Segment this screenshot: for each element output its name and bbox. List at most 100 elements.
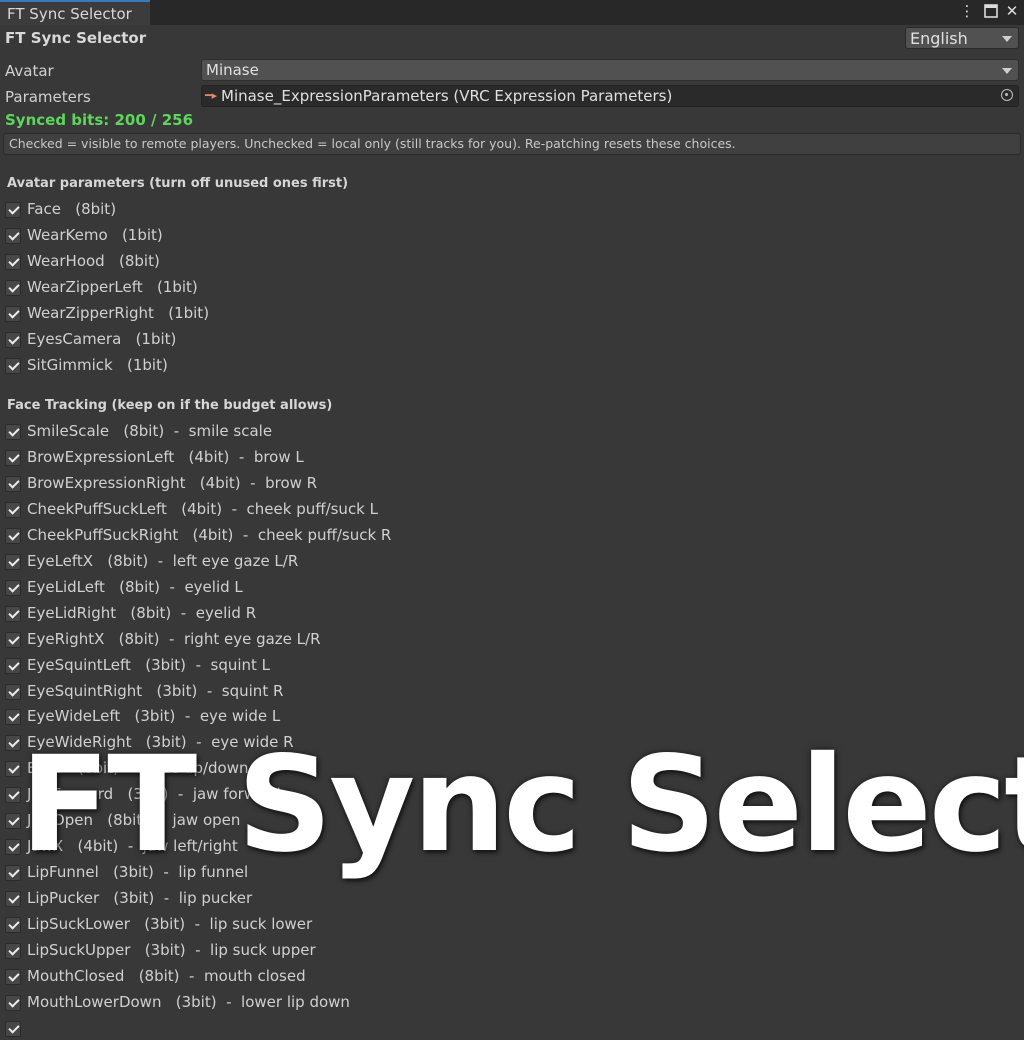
parameter-row[interactable]: EyeLeftX (8bit) - left eye gaze L/R: [3, 551, 703, 573]
parameter-label: MouthClosed (8bit) - mouth closed: [27, 966, 306, 985]
parameter-label: WearZipperLeft (1bit): [27, 277, 198, 296]
kebab-menu-icon[interactable]: ⋮: [958, 2, 976, 22]
parameter-label: EyeLidRight (8bit) - eyelid R: [27, 603, 257, 622]
parameter-label: Face (8bit): [27, 200, 117, 218]
parameter-row[interactable]: MouthClosed (8bit) - mouth closed: [3, 966, 703, 988]
parameter-checkbox[interactable]: [5, 357, 21, 374]
parameters-object-field[interactable]: ━▸ Minase_ExpressionParameters (VRC Expre…: [201, 85, 1019, 107]
parameter-row[interactable]: CheekPuffSuckRight (4bit) - cheek puff/s…: [3, 525, 703, 547]
parameter-row[interactable]: MouthLowerDown (3bit) - lower lip down: [3, 992, 703, 1014]
object-picker-icon[interactable]: [1001, 89, 1013, 101]
parameter-checkbox[interactable]: [5, 279, 21, 296]
parameter-label: BrowExpressionLeft (4bit) - brow L: [27, 447, 304, 466]
parameter-row[interactable]: LipPucker (3bit) - lip pucker: [3, 888, 703, 910]
close-icon[interactable]: ✕: [1003, 2, 1021, 22]
parameter-label: EyesCamera (1bit): [27, 329, 177, 348]
parameter-checkbox[interactable]: [5, 449, 21, 466]
parameter-row[interactable]: WearKemo (1bit): [3, 225, 703, 247]
parameter-checkbox[interactable]: [5, 253, 21, 270]
parameter-checkbox[interactable]: [5, 424, 21, 440]
parameter-checkbox[interactable]: [5, 331, 21, 348]
parameter-label: CheekPuffSuckRight (4bit) - cheek puff/s…: [27, 525, 392, 544]
parameter-row[interactable]: Face (8bit): [3, 199, 703, 221]
overlay-title: FT Sync Selector: [20, 728, 1024, 882]
parameter-label: EyeLeftX (8bit) - left eye gaze L/R: [27, 551, 299, 570]
parameter-label: SitGimmick (1bit): [27, 355, 168, 374]
parameter-label: EyeSquintLeft (3bit) - squint L: [27, 655, 271, 674]
window-tab-bar: FT Sync Selector ⋮ ✕: [0, 0, 1024, 25]
parameter-label: CheekPuffSuckLeft (4bit) - cheek puff/su…: [27, 499, 378, 518]
parameter-checkbox[interactable]: [5, 501, 21, 518]
parameters-value: Minase_ExpressionParameters (VRC Express…: [221, 87, 673, 105]
language-value: English: [910, 29, 968, 48]
parameter-checkbox[interactable]: [5, 305, 21, 322]
avatar-label: Avatar: [5, 62, 54, 80]
chevron-down-icon: [1002, 36, 1012, 42]
parameter-checkbox[interactable]: [5, 839, 21, 856]
parameter-label: LipSuckLower (3bit) - lip suck lower: [27, 915, 313, 934]
parameter-label: LipSuckUpper (3bit) - lip suck upper: [27, 941, 316, 959]
parameter-row[interactable]: SmileScale (8bit) - smile scale: [3, 421, 703, 443]
parameter-checkbox[interactable]: [5, 709, 21, 726]
synced-bits-status: Synced bits: 200 / 256: [5, 111, 194, 129]
parameter-row[interactable]: WearZipperRight (1bit): [3, 303, 703, 325]
parameter-row[interactable]: EyeSquintRight (3bit) - squint R: [3, 681, 703, 703]
parameter-checkbox[interactable]: [5, 994, 21, 1011]
parameter-row[interactable]: [3, 1018, 703, 1040]
parameter-checkbox[interactable]: [5, 605, 21, 622]
parameter-label: EyeSquintRight (3bit) - squint R: [27, 681, 284, 700]
avatar-value: Minase: [206, 61, 259, 79]
language-dropdown[interactable]: English: [905, 27, 1019, 49]
parameter-checkbox[interactable]: [5, 1020, 21, 1037]
parameter-label: EyeRightX (8bit) - right eye gaze L/R: [27, 629, 321, 648]
parameter-checkbox[interactable]: [5, 943, 21, 959]
parameter-checkbox[interactable]: [5, 527, 21, 544]
parameter-row[interactable]: WearHood (8bit): [3, 251, 703, 273]
parameter-checkbox[interactable]: [5, 891, 21, 908]
parameter-row[interactable]: SitGimmick (1bit): [3, 355, 703, 377]
avatar-dropdown[interactable]: Minase: [201, 59, 1019, 81]
parameter-label: EyeWideLeft (3bit) - eye wide L: [27, 707, 281, 726]
parameter-label: EyeLidLeft (8bit) - eyelid L: [27, 577, 243, 596]
parameter-row[interactable]: LipSuckLower (3bit) - lip suck lower: [3, 914, 703, 936]
parameters-label: Parameters: [5, 88, 91, 106]
parameter-checkbox[interactable]: [5, 865, 21, 882]
parameter-checkbox[interactable]: [5, 579, 21, 596]
parameter-checkbox[interactable]: [5, 631, 21, 648]
parameter-checkbox[interactable]: [5, 553, 21, 570]
parameter-checkbox[interactable]: [5, 761, 21, 778]
parameter-row[interactable]: BrowExpressionRight (4bit) - brow R: [3, 473, 703, 495]
help-box: Checked = visible to remote players. Unc…: [3, 133, 1021, 155]
parameter-row[interactable]: CheekPuffSuckLeft (4bit) - cheek puff/su…: [3, 499, 703, 521]
parameter-checkbox[interactable]: [5, 787, 21, 804]
parameter-row[interactable]: WearZipperLeft (1bit): [3, 277, 703, 299]
parameter-checkbox[interactable]: [5, 202, 21, 218]
page-title: FT Sync Selector: [5, 29, 147, 47]
parameter-row[interactable]: EyesCamera (1bit): [3, 329, 703, 351]
maximize-icon[interactable]: [982, 2, 1000, 22]
parameter-label: WearHood (8bit): [27, 251, 160, 270]
parameter-row[interactable]: EyeLidRight (8bit) - eyelid R: [3, 603, 703, 625]
parameter-row[interactable]: EyeRightX (8bit) - right eye gaze L/R: [3, 629, 703, 651]
window-tab-title: FT Sync Selector: [7, 5, 132, 23]
parameter-checkbox[interactable]: [5, 227, 21, 244]
avatar-section-title: Avatar parameters (turn off unused ones …: [7, 176, 349, 191]
parameter-row[interactable]: EyeSquintLeft (3bit) - squint L: [3, 655, 703, 677]
parameter-checkbox[interactable]: [5, 968, 21, 985]
parameter-checkbox[interactable]: [5, 917, 21, 934]
parameter-label: WearKemo (1bit): [27, 225, 163, 244]
parameter-checkbox[interactable]: [5, 735, 21, 752]
parameter-checkbox[interactable]: [5, 813, 21, 830]
parameter-label: LipPucker (3bit) - lip pucker: [27, 889, 253, 908]
parameter-checkbox[interactable]: [5, 683, 21, 700]
parameter-row[interactable]: EyeLidLeft (8bit) - eyelid L: [3, 577, 703, 599]
parameter-row[interactable]: LipSuckUpper (3bit) - lip suck upper: [3, 940, 703, 962]
parameter-row[interactable]: BrowExpressionLeft (4bit) - brow L: [3, 447, 703, 469]
parameter-row[interactable]: EyeWideLeft (3bit) - eye wide L: [3, 706, 703, 728]
parameter-checkbox[interactable]: [5, 475, 21, 492]
parameter-checkbox[interactable]: [5, 657, 21, 674]
parameter-label: BrowExpressionRight (4bit) - brow R: [27, 473, 318, 492]
chevron-down-icon: [1002, 68, 1012, 74]
window-tab[interactable]: FT Sync Selector: [0, 0, 150, 25]
parameter-label: SmileScale (8bit) - smile scale: [27, 422, 273, 440]
